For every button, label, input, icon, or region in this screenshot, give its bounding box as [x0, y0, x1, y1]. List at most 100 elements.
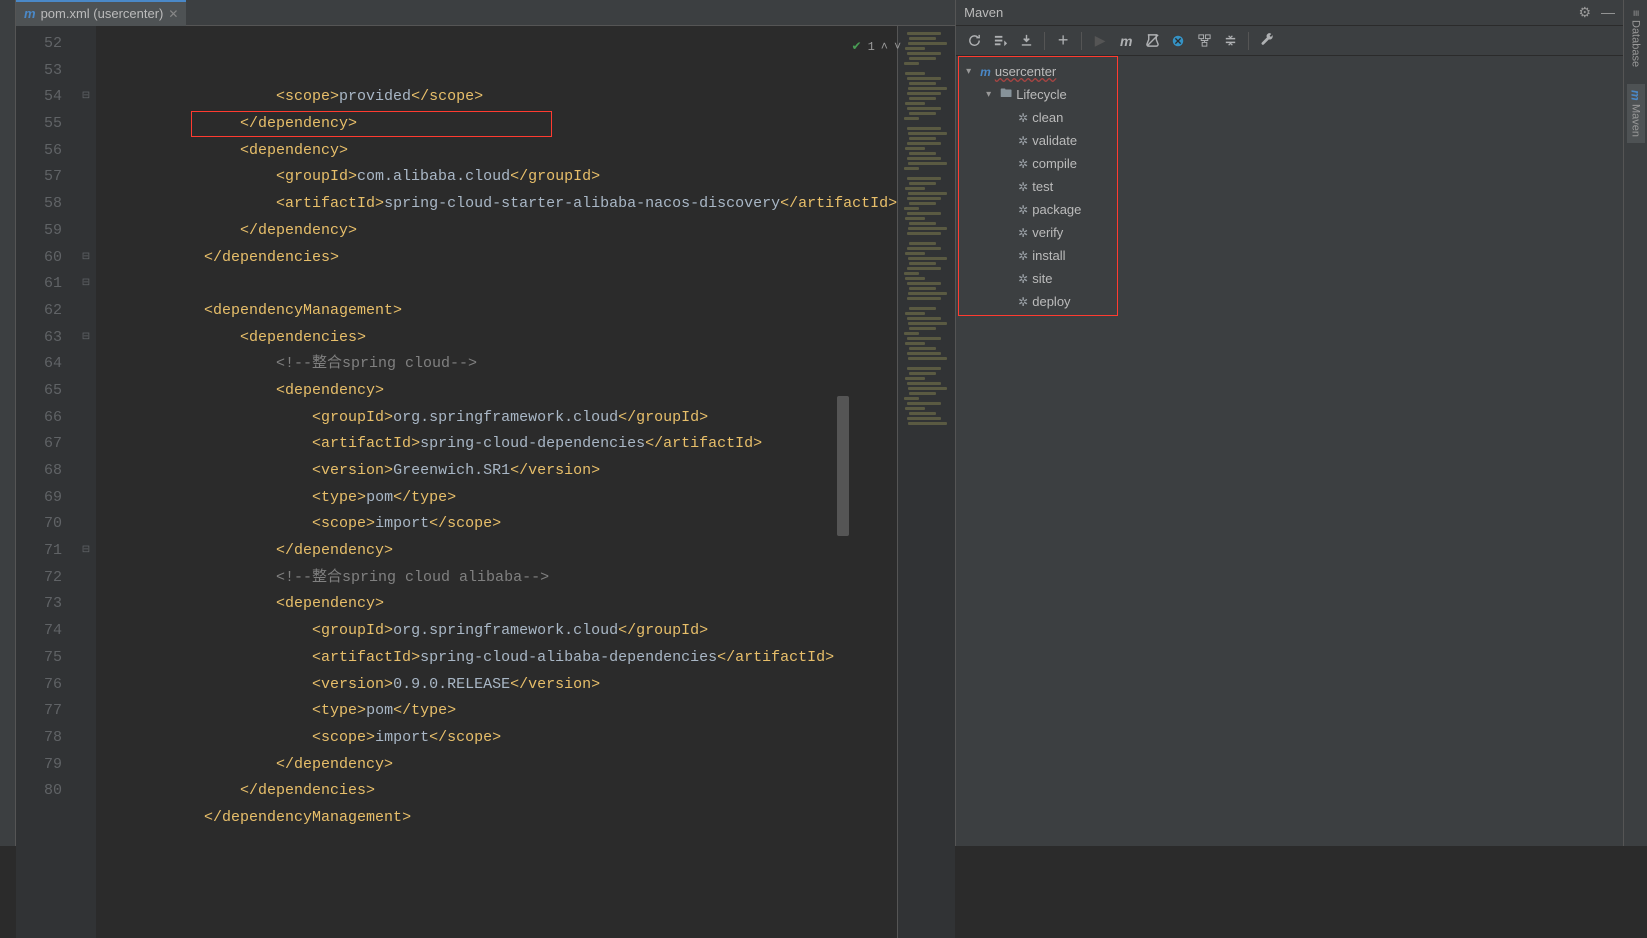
line-number[interactable]: 54	[16, 84, 62, 111]
line-number[interactable]: 55	[16, 111, 62, 138]
line-number[interactable]: 80	[16, 778, 62, 805]
chevron-down-icon[interactable]: ▾	[986, 89, 996, 100]
fold-mark[interactable]	[76, 218, 96, 245]
code-line[interactable]: <artifactId>spring-cloud-starter-alibaba…	[96, 191, 897, 218]
line-number[interactable]: 58	[16, 191, 62, 218]
line-number[interactable]: 77	[16, 698, 62, 725]
fold-mark[interactable]	[76, 164, 96, 191]
lifecycle-phase-install[interactable]: ✲install	[956, 244, 1623, 267]
line-number[interactable]: 69	[16, 485, 62, 512]
fold-mark[interactable]	[76, 298, 96, 325]
fold-column[interactable]: ⊟⊟⊟⊟⊟	[76, 26, 96, 938]
code-line[interactable]: <type>pom</type>	[96, 485, 897, 512]
fold-mark[interactable]	[76, 752, 96, 779]
line-number[interactable]: 60	[16, 245, 62, 272]
line-number[interactable]: 79	[16, 752, 62, 779]
line-number[interactable]: 59	[16, 218, 62, 245]
line-number[interactable]: 61	[16, 271, 62, 298]
editor-body[interactable]: 5253545556575859606162636465666768697071…	[16, 26, 955, 938]
offline-mode-icon[interactable]	[1166, 29, 1190, 53]
code-line[interactable]: <scope>provided</scope>	[96, 84, 897, 111]
lifecycle-phase-verify[interactable]: ✲verify	[956, 221, 1623, 244]
fold-mark[interactable]	[76, 778, 96, 805]
gear-icon[interactable]: ⚙	[1578, 4, 1591, 21]
code-line[interactable]: <version>0.9.0.RELEASE</version>	[96, 672, 897, 699]
fold-mark[interactable]: ⊟	[76, 84, 96, 111]
code-line[interactable]: </dependency>	[96, 538, 897, 565]
code-line[interactable]	[96, 271, 897, 298]
lifecycle-phase-clean[interactable]: ✲clean	[956, 106, 1623, 129]
fold-mark[interactable]	[76, 351, 96, 378]
code-line[interactable]: <scope>import</scope>	[96, 725, 897, 752]
fold-mark[interactable]	[76, 138, 96, 165]
fold-mark[interactable]: ⊟	[76, 271, 96, 298]
fold-mark[interactable]	[76, 378, 96, 405]
fold-mark[interactable]	[76, 405, 96, 432]
maven-tree[interactable]: ▾ m usercenter ▾ 🖿 Lifecycle ✲clean✲vali…	[956, 56, 1623, 846]
line-number[interactable]: 52	[16, 31, 62, 58]
code-line[interactable]: <dependencies>	[96, 325, 897, 352]
code-line[interactable]: <dependency>	[96, 378, 897, 405]
code-line[interactable]: <version>Greenwich.SR1</version>	[96, 458, 897, 485]
minimize-icon[interactable]: —	[1601, 4, 1615, 21]
minimap[interactable]	[897, 26, 955, 938]
line-number[interactable]: 62	[16, 298, 62, 325]
line-number[interactable]: 67	[16, 431, 62, 458]
fold-mark[interactable]	[76, 672, 96, 699]
code-line[interactable]: </dependencies>	[96, 778, 897, 805]
scrollbar-thumb[interactable]	[837, 396, 849, 536]
code-line[interactable]: <dependency>	[96, 138, 897, 165]
code-line[interactable]: <groupId>org.springframework.cloud</grou…	[96, 618, 897, 645]
fold-mark[interactable]	[76, 698, 96, 725]
code-line[interactable]	[96, 832, 897, 859]
line-number[interactable]: 75	[16, 645, 62, 672]
code-line[interactable]: </dependency>	[96, 111, 897, 138]
left-tool-stripe[interactable]	[0, 0, 16, 846]
download-sources-icon[interactable]	[1014, 29, 1038, 53]
run-icon[interactable]: ▶	[1088, 29, 1112, 53]
code-line[interactable]: <scope>import</scope>	[96, 511, 897, 538]
lifecycle-phase-package[interactable]: ✲package	[956, 198, 1623, 221]
fold-mark[interactable]	[76, 431, 96, 458]
lifecycle-phase-test[interactable]: ✲test	[956, 175, 1623, 198]
line-number[interactable]: 71	[16, 538, 62, 565]
line-number[interactable]: 76	[16, 672, 62, 699]
code-line[interactable]: <!--整合spring cloud alibaba-->	[96, 565, 897, 592]
fold-mark[interactable]	[76, 485, 96, 512]
fold-mark[interactable]: ⊟	[76, 325, 96, 352]
fold-mark[interactable]: ⊟	[76, 245, 96, 272]
fold-mark[interactable]	[76, 31, 96, 58]
line-number[interactable]: 68	[16, 458, 62, 485]
m-icon[interactable]: m	[1114, 29, 1138, 53]
code-line[interactable]: <!--整合spring cloud-->	[96, 351, 897, 378]
show-deps-icon[interactable]	[1192, 29, 1216, 53]
fold-mark[interactable]	[76, 725, 96, 752]
maven-tool-tab[interactable]: m Maven	[1627, 84, 1645, 144]
code-line[interactable]: </dependencies>	[96, 245, 897, 272]
code-line[interactable]: <dependencyManagement>	[96, 298, 897, 325]
line-number[interactable]: 72	[16, 565, 62, 592]
tree-node-lifecycle[interactable]: ▾ 🖿 Lifecycle	[956, 83, 1623, 106]
line-number[interactable]: 66	[16, 405, 62, 432]
code-line[interactable]: <groupId>com.alibaba.cloud</groupId>	[96, 164, 897, 191]
lifecycle-phase-deploy[interactable]: ✲deploy	[956, 290, 1623, 313]
generate-sources-icon[interactable]	[988, 29, 1012, 53]
chevron-up-icon[interactable]: ˄	[881, 34, 888, 61]
line-number[interactable]: 73	[16, 591, 62, 618]
lifecycle-phase-site[interactable]: ✲site	[956, 267, 1623, 290]
line-number[interactable]: 64	[16, 351, 62, 378]
line-number[interactable]: 78	[16, 725, 62, 752]
collapse-all-icon[interactable]	[1218, 29, 1242, 53]
code-line[interactable]: <artifactId>spring-cloud-dependencies</a…	[96, 431, 897, 458]
fold-mark[interactable]	[76, 191, 96, 218]
fold-mark[interactable]	[76, 565, 96, 592]
line-number[interactable]: 74	[16, 618, 62, 645]
line-number[interactable]: 56	[16, 138, 62, 165]
fold-mark[interactable]	[76, 458, 96, 485]
code-line[interactable]: </dependencyManagement>	[96, 805, 897, 832]
add-icon[interactable]: +	[1051, 29, 1075, 53]
line-number[interactable]: 53	[16, 58, 62, 85]
fold-mark[interactable]	[76, 511, 96, 538]
toggle-skip-tests-icon[interactable]	[1140, 29, 1164, 53]
inspection-widget[interactable]: ✔ 1 ˄ ˅	[852, 34, 902, 61]
